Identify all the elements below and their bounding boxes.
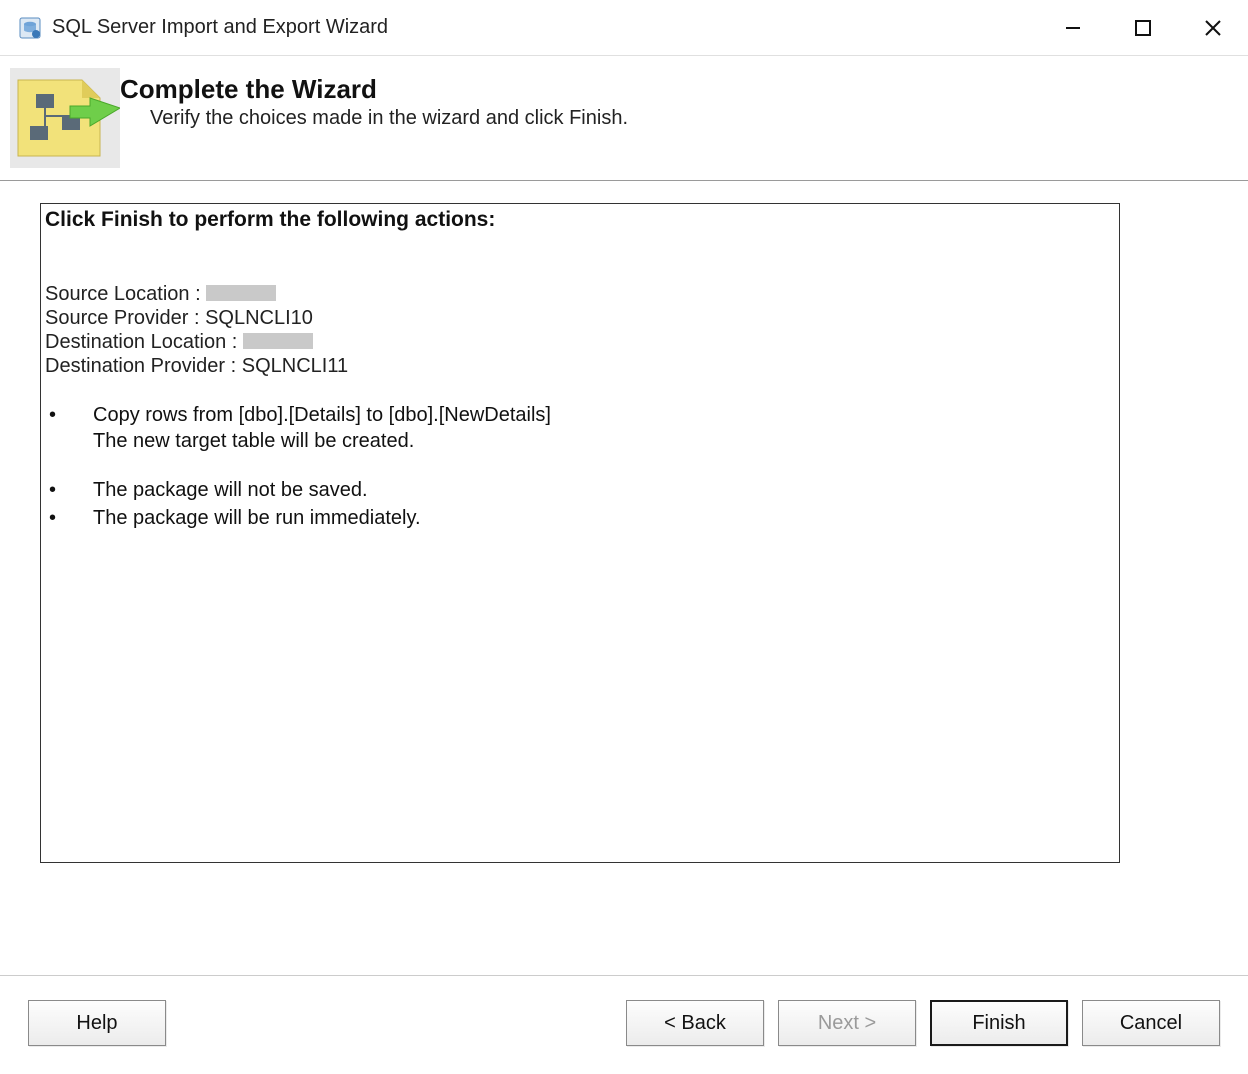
list-item-text: The package will be run immediately. [93, 507, 421, 529]
source-location-line: Source Location : [45, 282, 1115, 306]
content-area: Click Finish to perform the following ac… [0, 181, 1248, 975]
close-button[interactable] [1178, 0, 1248, 55]
footer: Help < Back Next > Finish Cancel [0, 975, 1248, 1074]
window-title: SQL Server Import and Export Wizard [52, 16, 1038, 39]
list-item-text: Copy rows from [dbo].[Details] to [dbo].… [93, 404, 551, 426]
titlebar: SQL Server Import and Export Wizard [0, 0, 1248, 56]
source-provider-label: Source Provider : [45, 307, 200, 329]
list-sub-text: The new target table will be created. [47, 430, 1115, 453]
app-icon [18, 16, 42, 40]
source-location-label: Source Location : [45, 283, 201, 305]
maximize-button[interactable] [1108, 0, 1178, 55]
summary-heading: Click Finish to perform the following ac… [45, 208, 1115, 232]
action-list: Copy rows from [dbo].[Details] to [dbo].… [45, 402, 1115, 531]
list-item: The package will be run immediately. [47, 505, 1115, 531]
dest-provider-label: Destination Provider : [45, 355, 236, 377]
dest-provider-value: SQLNCLI11 [242, 355, 348, 377]
page-subtitle: Verify the choices made in the wizard an… [150, 107, 628, 130]
dest-provider-line: Destination Provider : SQLNCLI11 [45, 354, 1115, 378]
wizard-icon [10, 68, 120, 168]
finish-button[interactable]: Finish [930, 1000, 1068, 1046]
next-button: Next > [778, 1000, 916, 1046]
cancel-button[interactable]: Cancel [1082, 1000, 1220, 1046]
minimize-button[interactable] [1038, 0, 1108, 55]
dest-location-line: Destination Location : [45, 330, 1115, 354]
list-item-text: The package will not be saved. [93, 479, 368, 501]
source-provider-line: Source Provider : SQLNCLI10 [45, 306, 1115, 330]
dest-location-value-redacted [243, 333, 313, 349]
window-controls [1038, 0, 1248, 55]
dest-location-label: Destination Location : [45, 331, 237, 353]
summary-box: Click Finish to perform the following ac… [40, 203, 1120, 863]
list-item: The package will not be saved. [47, 477, 1115, 503]
list-item: Copy rows from [dbo].[Details] to [dbo].… [47, 402, 1115, 428]
source-provider-value: SQLNCLI10 [205, 307, 313, 329]
back-button[interactable]: < Back [626, 1000, 764, 1046]
wizard-header: Complete the Wizard Verify the choices m… [0, 56, 1248, 181]
source-location-value-redacted [206, 285, 276, 301]
page-title: Complete the Wizard [120, 74, 628, 105]
help-button[interactable]: Help [28, 1000, 166, 1046]
